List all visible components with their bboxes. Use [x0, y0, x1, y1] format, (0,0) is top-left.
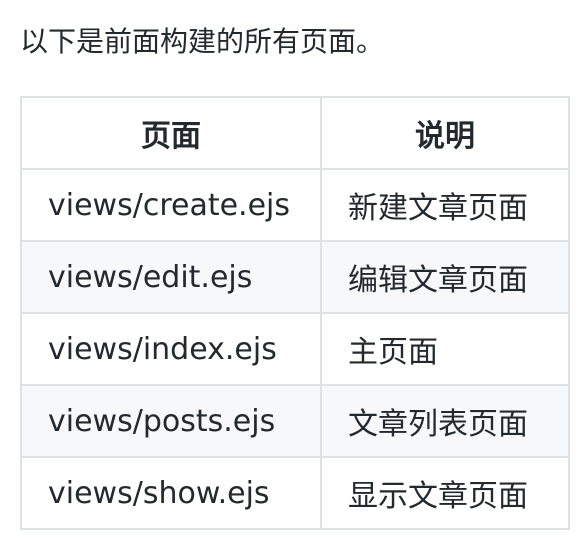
table-row: views/index.ejs 主页面 [20, 312, 570, 386]
page-path: views/create.ejs [20, 168, 322, 242]
table-row: views/posts.ejs 文章列表页面 [20, 384, 570, 458]
page-description: 文章列表页面 [320, 384, 570, 458]
pages-table: 页面 说明 views/create.ejs 新建文章页面 views/edit… [20, 96, 570, 530]
table-row: views/show.ejs 显示文章页面 [20, 456, 570, 530]
page-description: 主页面 [320, 312, 570, 386]
table-row: views/edit.ejs 编辑文章页面 [20, 240, 570, 314]
page-description: 显示文章页面 [320, 456, 570, 530]
table-row: views/create.ejs 新建文章页面 [20, 168, 570, 242]
header-description: 说明 [320, 96, 570, 170]
table-header-row: 页面 说明 [20, 96, 570, 170]
page-path: views/index.ejs [20, 312, 322, 386]
page-description: 编辑文章页面 [320, 240, 570, 314]
intro-text: 以下是前面构建的所有页面。 [20, 25, 385, 58]
header-page: 页面 [20, 96, 322, 170]
page-path: views/show.ejs [20, 456, 322, 530]
page-path: views/posts.ejs [20, 384, 322, 458]
page-path: views/edit.ejs [20, 240, 322, 314]
page-description: 新建文章页面 [320, 168, 570, 242]
